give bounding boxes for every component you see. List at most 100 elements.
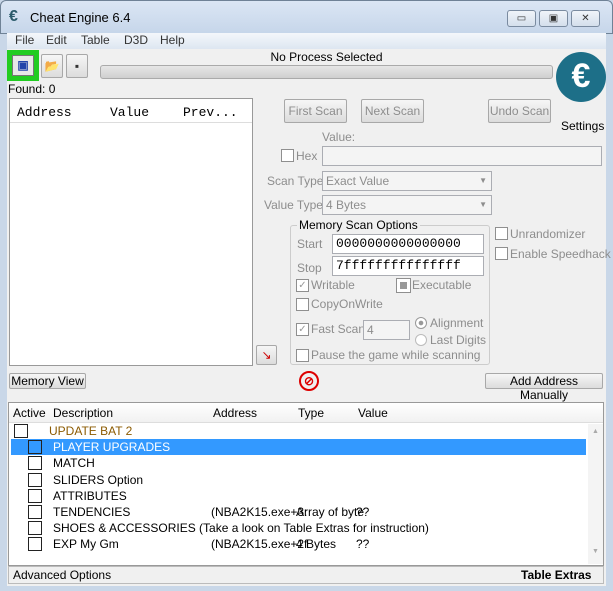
window-title: Cheat Engine 6.4	[30, 10, 131, 25]
value-type-value: 4 Bytes	[326, 198, 367, 212]
add-to-list-button[interactable]: ↘	[256, 345, 277, 365]
col-value[interactable]: Value	[110, 105, 149, 120]
menu-edit[interactable]: Edit	[46, 33, 67, 47]
table-row[interactable]: PLAYER UPGRADES	[11, 439, 586, 456]
process-status: No Process Selected	[270, 50, 383, 64]
active-checkbox[interactable]	[28, 456, 42, 471]
row-description: MATCH	[53, 456, 95, 471]
menu-d3d[interactable]: D3D	[124, 33, 148, 47]
maximize-button[interactable]: ▣	[539, 10, 568, 27]
chevron-down-icon: ▼	[479, 200, 487, 209]
col-address[interactable]: Address	[17, 105, 72, 120]
start-label: Start	[297, 237, 323, 251]
scan-type-label: Scan Type	[267, 174, 324, 188]
row-description: SLIDERS Option	[53, 472, 144, 487]
table-row[interactable]: MATCH	[11, 455, 586, 471]
table-row[interactable]: TENDENCIES (NBA2K15.exe+3: Array of byte…	[11, 504, 586, 520]
executable-checkbox[interactable]	[396, 278, 411, 293]
undo-scan-button[interactable]: Undo Scan	[488, 99, 551, 123]
arrow-down-right-icon: ↘	[261, 348, 272, 362]
fastscan-input[interactable]: 4	[363, 320, 410, 340]
col-description[interactable]: Description	[53, 406, 113, 420]
scan-type-select[interactable]: Exact Value ▼	[322, 171, 492, 191]
scrollbar[interactable]: ▲ ▼	[588, 424, 603, 564]
value-label: Value:	[322, 130, 356, 144]
unrandomizer-checkbox[interactable]	[495, 227, 508, 240]
stop-label: Stop	[297, 261, 322, 275]
minimize-button[interactable]: ▭	[507, 10, 536, 27]
results-list[interactable]: Address Value Prev...	[9, 98, 253, 366]
advanced-options-button[interactable]: Advanced Options	[13, 568, 111, 582]
menu-table[interactable]: Table	[81, 33, 110, 47]
table-row[interactable]: SHOES & ACCESSORIES (Take a look on Tabl…	[11, 520, 586, 536]
table-extras-button[interactable]: Table Extras	[521, 568, 591, 582]
row-description: ATTRIBUTES	[53, 488, 127, 503]
cheat-engine-logo[interactable]: €	[556, 52, 606, 102]
alignment-label: Alignment	[430, 316, 484, 330]
pause-game-label: Pause the game while scanning	[311, 348, 481, 362]
pause-game-checkbox[interactable]	[296, 349, 309, 362]
writable-checkbox[interactable]: ✓	[296, 279, 309, 292]
floppy-icon: ▪	[74, 59, 80, 73]
col-address[interactable]: Address	[213, 406, 257, 420]
close-button[interactable]: ✕	[571, 10, 600, 27]
active-checkbox[interactable]	[28, 537, 42, 552]
value-type-label: Value Type	[264, 198, 323, 212]
row-address: (NBA2K15.exe+2f	[211, 537, 308, 552]
col-type[interactable]: Type	[298, 406, 324, 420]
hex-label: Hex	[296, 149, 318, 163]
progress-bar	[100, 65, 553, 79]
copyonwrite-label: CopyOnWrite	[311, 297, 383, 311]
row-value: ??	[356, 537, 370, 552]
row-type: 4 Bytes	[296, 537, 337, 552]
table-row[interactable]: ATTRIBUTES	[11, 488, 586, 504]
active-checkbox[interactable]	[14, 424, 28, 438]
first-scan-button[interactable]: First Scan	[284, 99, 347, 123]
app-icon: €	[9, 8, 18, 25]
computer-icon: ▣	[12, 55, 34, 76]
save-button[interactable]: ▪	[66, 54, 88, 78]
active-checkbox[interactable]	[28, 521, 42, 536]
chevron-down-icon: ▼	[479, 176, 487, 185]
stop-address-input[interactable]: 7fffffffffffffff	[332, 256, 484, 276]
last-digits-radio[interactable]	[415, 334, 427, 346]
fastscan-checkbox[interactable]: ✓	[296, 323, 309, 336]
open-file-button[interactable]: 📂	[41, 54, 63, 78]
found-count: Found: 0	[8, 82, 56, 96]
row-description: UPDATE BAT 2	[49, 424, 133, 438]
add-address-manually-button[interactable]: Add Address Manually	[485, 373, 603, 402]
table-row[interactable]: UPDATE BAT 2	[11, 423, 586, 439]
settings-link[interactable]: Settings	[561, 119, 604, 133]
start-address-input[interactable]: 0000000000000000	[332, 234, 484, 254]
row-description: EXP My Gm	[53, 537, 119, 552]
folder-icon: 📂	[44, 59, 60, 73]
value-type-select[interactable]: 4 Bytes ▼	[322, 195, 492, 215]
next-scan-button[interactable]: Next Scan	[361, 99, 424, 123]
menu-help[interactable]: Help	[160, 33, 185, 47]
active-checkbox[interactable]	[28, 488, 42, 503]
alignment-radio[interactable]	[415, 317, 427, 329]
col-previous[interactable]: Prev...	[183, 105, 238, 120]
hex-checkbox[interactable]	[281, 149, 294, 162]
stop-icon[interactable]: ⊘	[299, 371, 319, 391]
active-checkbox[interactable]	[28, 505, 42, 519]
value-input[interactable]	[322, 146, 602, 166]
unrandomizer-label: Unrandomizer	[510, 227, 586, 241]
writable-label: Writable	[311, 278, 355, 292]
memory-view-button[interactable]: Memory View	[9, 373, 86, 389]
row-description: SHOES & ACCESSORIES (Take a look on Tabl…	[53, 521, 429, 536]
menu-file[interactable]: File	[15, 33, 34, 47]
open-process-button[interactable]: ▣	[7, 50, 39, 81]
active-checkbox[interactable]	[28, 472, 42, 487]
table-row[interactable]: SLIDERS Option	[11, 472, 586, 488]
scan-type-value: Exact Value	[326, 174, 390, 188]
active-checkbox[interactable]	[28, 440, 42, 455]
col-value[interactable]: Value	[358, 406, 388, 420]
row-description: TENDENCIES	[53, 505, 131, 519]
table-row[interactable]: EXP My Gm (NBA2K15.exe+2f 4 Bytes ??	[11, 536, 586, 552]
last-digits-label: Last Digits	[430, 333, 487, 347]
speedhack-checkbox[interactable]	[495, 247, 508, 260]
row-address: (NBA2K15.exe+3:	[211, 505, 308, 519]
col-active[interactable]: Active	[13, 406, 46, 420]
copyonwrite-checkbox[interactable]	[296, 298, 309, 311]
